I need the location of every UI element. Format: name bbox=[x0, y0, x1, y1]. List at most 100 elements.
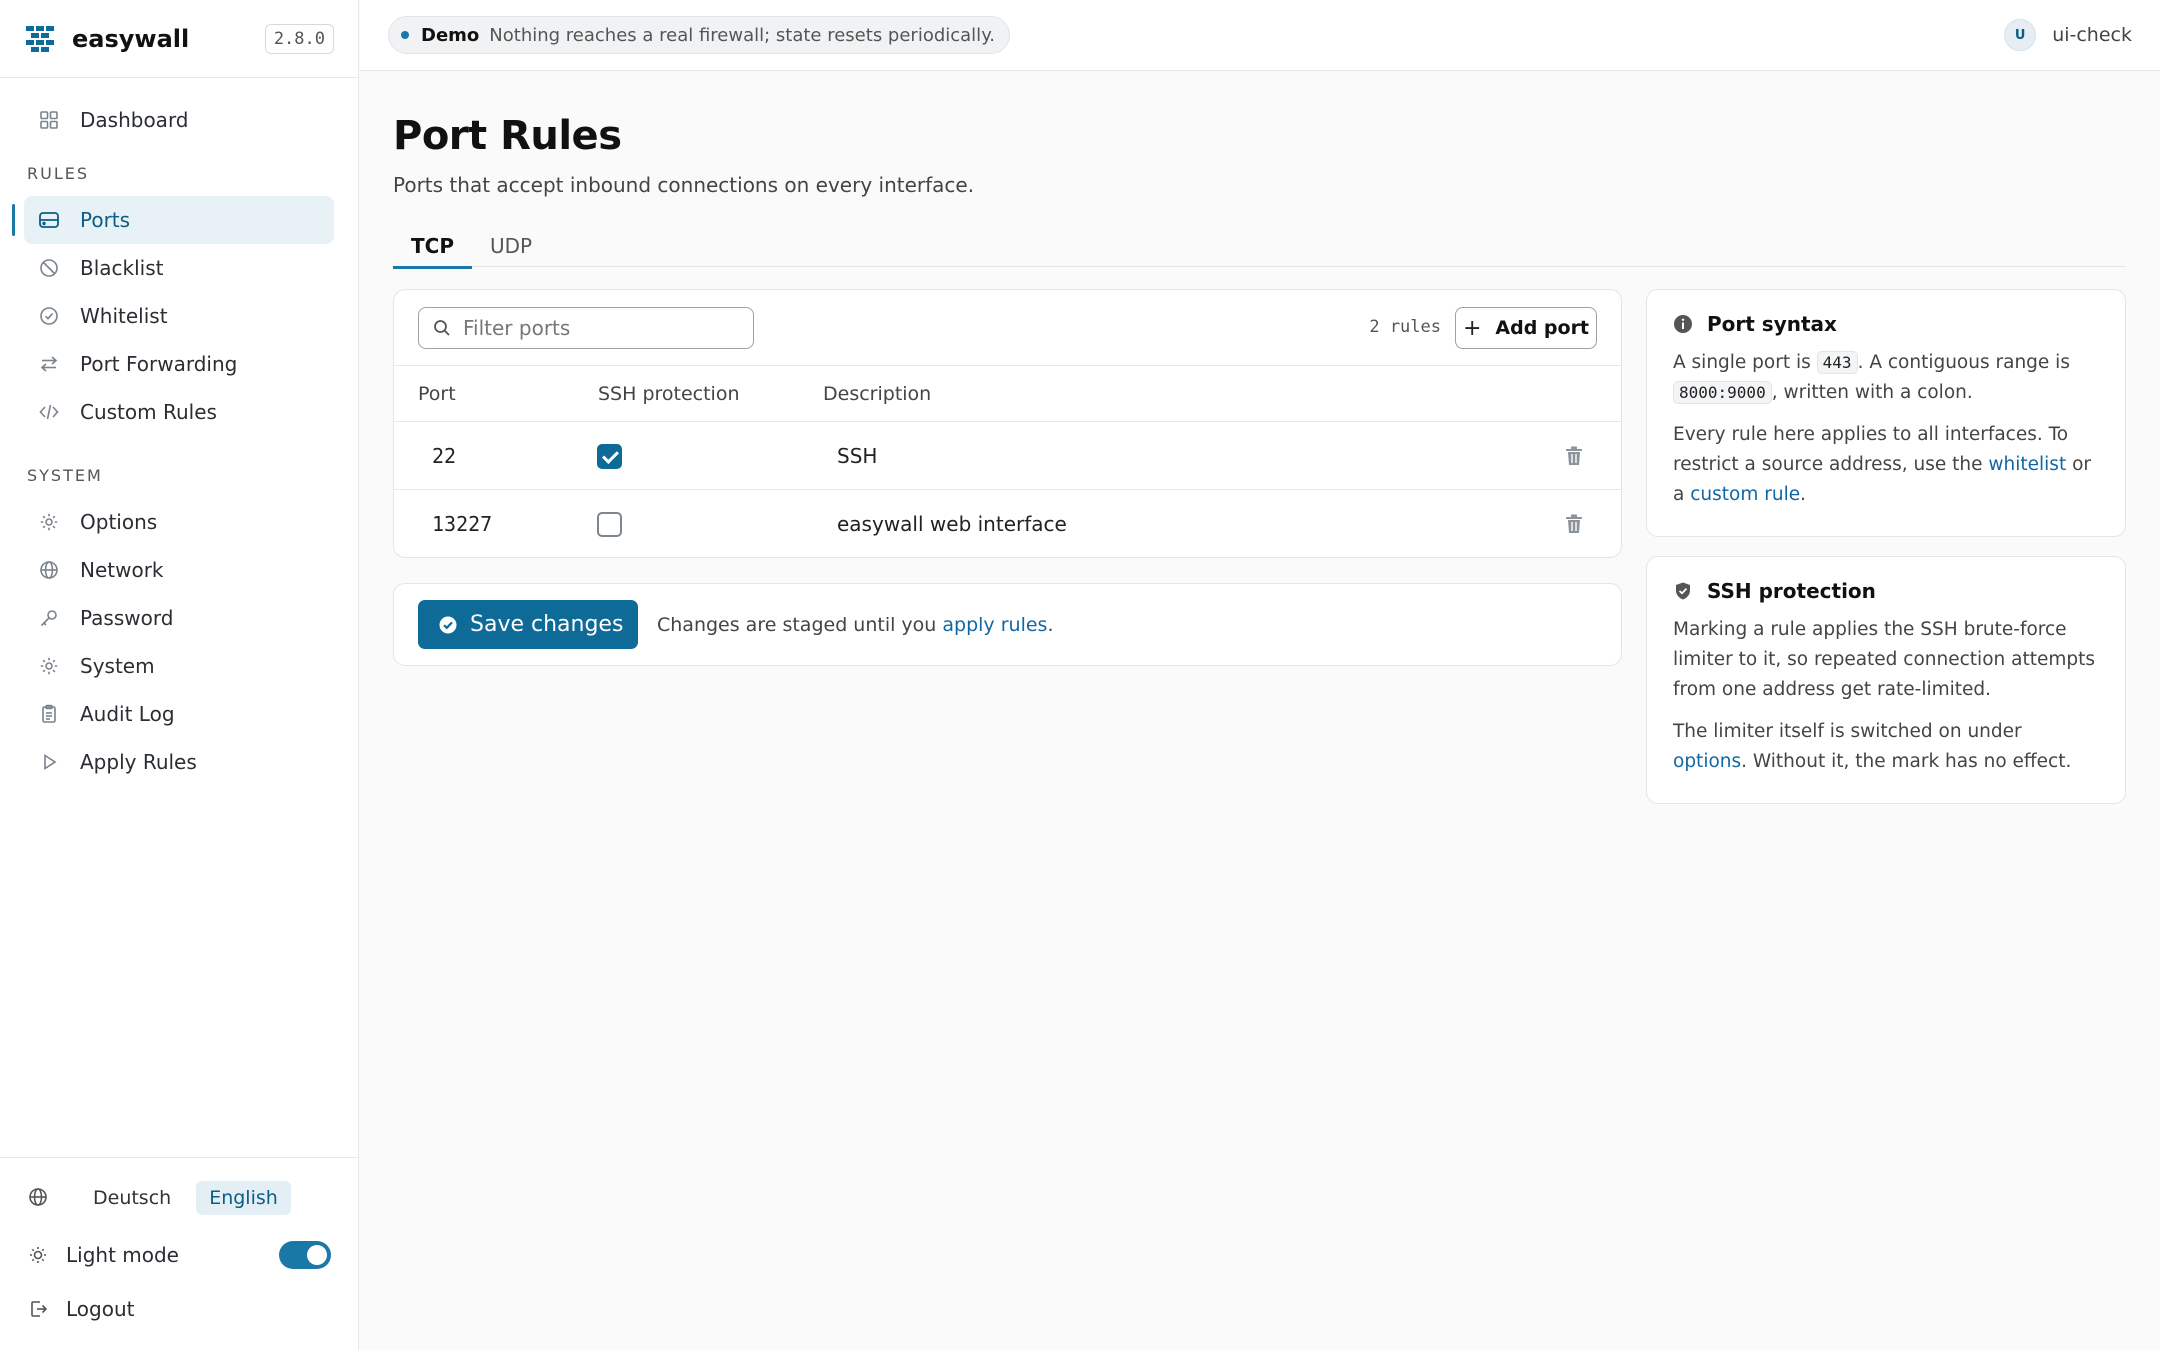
table-header: Port SSH protection Description bbox=[394, 366, 1621, 422]
nav-item-dashboard[interactable]: Dashboard bbox=[24, 96, 334, 144]
custom-rule-link[interactable]: custom rule bbox=[1690, 484, 1800, 505]
language-english-button[interactable]: English bbox=[196, 1181, 291, 1215]
nav-label: Blacklist bbox=[80, 256, 164, 280]
brand-name[interactable]: easywall bbox=[72, 25, 189, 53]
ban-icon bbox=[38, 257, 60, 279]
user-menu[interactable]: U ui-check bbox=[2004, 18, 2132, 52]
version-badge: 2.8.0 bbox=[264, 23, 334, 54]
topbar: Demo Nothing reaches a real firewall; st… bbox=[360, 0, 2160, 71]
ssh-protection-checkbox[interactable] bbox=[597, 444, 622, 469]
filter-input[interactable] bbox=[463, 316, 733, 340]
nav-item-custom-rules[interactable]: Custom Rules bbox=[24, 388, 334, 436]
trash-icon[interactable] bbox=[1565, 446, 1583, 466]
nav-item-port-forwarding[interactable]: Port Forwarding bbox=[24, 340, 334, 388]
tab-udp[interactable]: UDP bbox=[472, 225, 550, 267]
nav-item-system[interactable]: System bbox=[24, 642, 334, 690]
options-link[interactable]: options bbox=[1673, 751, 1741, 772]
ssh-protection-card: SSH protection Marking a rule applies th… bbox=[1646, 556, 2126, 804]
port-syntax-heading: Port syntax bbox=[1707, 312, 1837, 336]
status-dot-icon bbox=[401, 31, 409, 39]
check-circle-icon bbox=[38, 305, 60, 327]
logout-icon bbox=[28, 1299, 48, 1319]
nav-item-audit-log[interactable]: Audit Log bbox=[24, 690, 334, 738]
description-value[interactable]: easywall web interface bbox=[837, 512, 1067, 536]
nav-item-apply-rules[interactable]: Apply Rules bbox=[24, 738, 334, 786]
save-card: Save changes Changes are staged until yo… bbox=[393, 583, 1622, 666]
ssh-protection-paragraph-2: The limiter itself is switched on under … bbox=[1673, 717, 2099, 777]
description-value[interactable]: SSH bbox=[837, 444, 877, 468]
port-syntax-card: Port syntax A single port is 443. A cont… bbox=[1646, 289, 2126, 537]
nav-label: Network bbox=[80, 558, 164, 582]
nav-item-blacklist[interactable]: Blacklist bbox=[24, 244, 334, 292]
ssh-protection-checkbox[interactable] bbox=[597, 512, 622, 537]
text: A single port is bbox=[1673, 352, 1811, 373]
add-port-button[interactable]: + Add port bbox=[1455, 307, 1597, 349]
logout-label: Logout bbox=[66, 1297, 135, 1321]
column-header-ssh[interactable]: SSH protection bbox=[598, 383, 740, 405]
save-note-suffix: . bbox=[1047, 614, 1054, 636]
ssh-protection-title: SSH protection bbox=[1673, 579, 2099, 603]
key-icon bbox=[38, 607, 60, 629]
easywall-logo-icon[interactable] bbox=[24, 23, 56, 55]
toggle-knob bbox=[307, 1245, 327, 1265]
add-port-label: Add port bbox=[1495, 317, 1590, 339]
port-value[interactable]: 22 bbox=[432, 444, 456, 468]
main-content: Port Rules Ports that accept inbound con… bbox=[393, 71, 2126, 804]
page-subtitle: Ports that accept inbound connections on… bbox=[393, 173, 975, 197]
demo-text: Nothing reaches a real firewall; state r… bbox=[489, 24, 995, 46]
port-syntax-title: Port syntax bbox=[1673, 312, 2099, 336]
light-mode-toggle[interactable] bbox=[279, 1241, 331, 1269]
username: ui-check bbox=[2052, 24, 2132, 46]
sidebar: easywall 2.8.0 Dashboard RULES Ports Bla… bbox=[0, 0, 359, 1350]
logout-button[interactable]: Logout bbox=[28, 1294, 134, 1324]
page-title: Port Rules bbox=[393, 113, 622, 159]
filter-field[interactable] bbox=[418, 307, 754, 349]
text: . A contiguous range is bbox=[1857, 352, 2070, 373]
globe-icon bbox=[28, 1187, 50, 1209]
nav-label: System bbox=[80, 654, 155, 678]
nav-label: Custom Rules bbox=[80, 400, 217, 424]
rule-count: 2 rules bbox=[1369, 317, 1441, 337]
tab-tcp[interactable]: TCP bbox=[393, 225, 472, 269]
apply-rules-link[interactable]: apply rules bbox=[942, 614, 1047, 636]
ssh-protection-paragraph-1: Marking a rule applies the SSH brute-for… bbox=[1673, 619, 2096, 700]
globe-icon bbox=[38, 559, 60, 581]
text: . bbox=[1800, 484, 1806, 505]
nav-label: Audit Log bbox=[80, 702, 175, 726]
play-icon bbox=[38, 751, 60, 773]
nav-item-whitelist[interactable]: Whitelist bbox=[24, 292, 334, 340]
gear-icon bbox=[38, 655, 60, 677]
ports-icon bbox=[38, 209, 60, 231]
nav-item-password[interactable]: Password bbox=[24, 594, 334, 642]
whitelist-link[interactable]: whitelist bbox=[1988, 454, 2066, 475]
port-rules-card: 2 rules + Add port Port SSH protection D… bbox=[393, 289, 1622, 558]
nav-section-system: SYSTEM bbox=[27, 465, 103, 485]
nav-section-rules: RULES bbox=[27, 163, 90, 183]
nav-label: Options bbox=[80, 510, 158, 534]
code-port-range: 8000:9000 bbox=[1673, 381, 1772, 404]
column-header-port[interactable]: Port bbox=[418, 383, 456, 405]
avatar: U bbox=[2004, 19, 2037, 51]
nav-item-ports[interactable]: Ports bbox=[12, 196, 334, 244]
demo-title: Demo bbox=[421, 24, 480, 46]
protocol-tabs: TCP UDP bbox=[393, 225, 2126, 269]
save-note: Changes are staged until you apply rules… bbox=[657, 614, 1054, 636]
save-changes-button[interactable]: Save changes bbox=[418, 600, 638, 649]
nav-label: Password bbox=[80, 606, 174, 630]
table-row: 13227 easywall web interface bbox=[394, 490, 1621, 558]
language-deutsch-button[interactable]: Deutsch bbox=[80, 1181, 184, 1215]
sun-icon bbox=[28, 1245, 48, 1265]
text: . Without it, the mark has no effect. bbox=[1741, 751, 2072, 772]
arrows-exchange-icon bbox=[38, 353, 60, 375]
nav-item-network[interactable]: Network bbox=[24, 546, 334, 594]
nav-label: Dashboard bbox=[80, 108, 189, 132]
column-header-description[interactable]: Description bbox=[823, 383, 931, 405]
text: The limiter itself is switched on under bbox=[1673, 721, 2022, 742]
plus-icon: + bbox=[1462, 315, 1482, 341]
trash-icon[interactable] bbox=[1565, 514, 1583, 534]
nav-item-options[interactable]: Options bbox=[24, 498, 334, 546]
help-panel: Port syntax A single port is 443. A cont… bbox=[1646, 289, 2126, 823]
port-value[interactable]: 13227 bbox=[432, 512, 492, 536]
table-row: 22 SSH bbox=[394, 422, 1621, 490]
nav-label: Apply Rules bbox=[80, 750, 197, 774]
